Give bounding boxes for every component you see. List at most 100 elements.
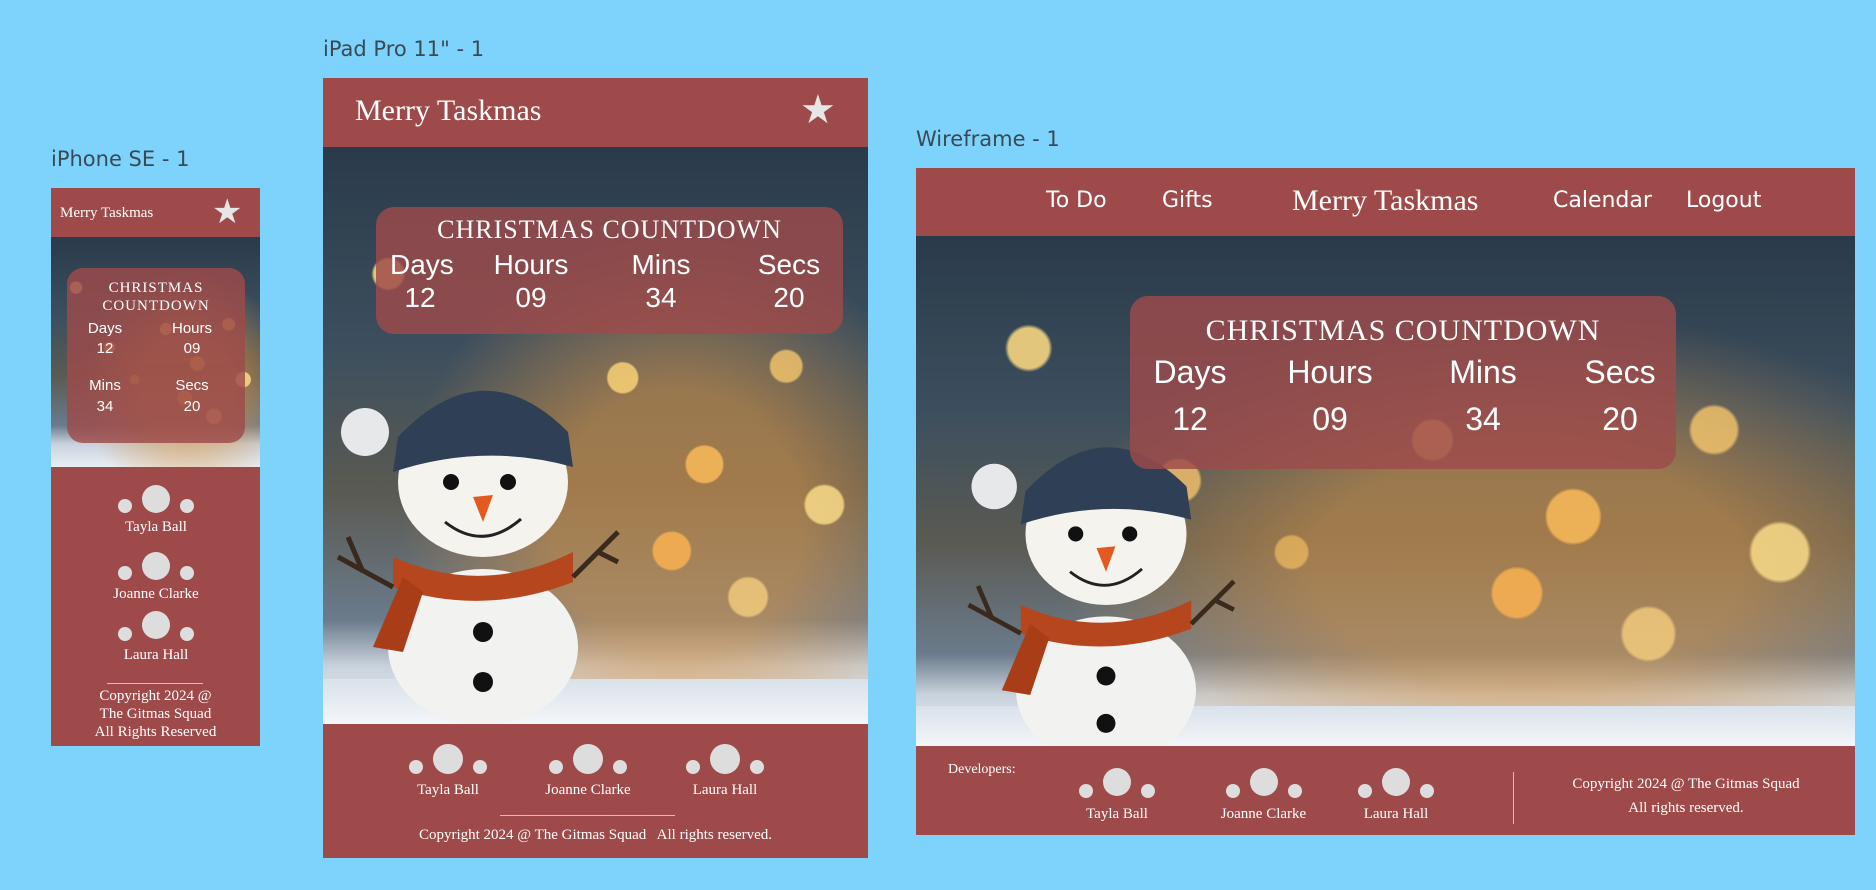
nav-gifts[interactable]: Gifts: [1162, 188, 1213, 213]
developer-laura[interactable]: Laura Hall: [1341, 766, 1451, 823]
countdown-mins: Mins 34: [1438, 354, 1528, 438]
developer-name: Tayla Ball: [417, 782, 479, 798]
developer-name: Joanne Clarke: [545, 782, 631, 798]
copyright-line3: All Rights Reserved: [94, 724, 217, 740]
countdown-days: Days 12: [83, 320, 127, 357]
mins-value: 34: [645, 282, 677, 313]
secs-value: 20: [1602, 401, 1638, 437]
iphone-frame-label: iPhone SE - 1: [51, 147, 190, 171]
app-title[interactable]: Merry Taskmas: [1292, 184, 1478, 218]
footer-divider: [107, 683, 203, 684]
countdown-title-line2: COUNTDOWN: [102, 298, 210, 314]
secs-value: 20: [773, 282, 805, 313]
avatar-icon: [1225, 766, 1302, 798]
developer-name: Laura Hall: [1363, 806, 1429, 822]
hours-label: Hours: [171, 320, 212, 337]
countdown-box: CHRISTMAS COUNTDOWN Days 12 Hours 09 Mins 3…: [1130, 296, 1676, 469]
developer-joanne[interactable]: Joanne Clarke: [523, 742, 653, 799]
ipad-frame: Merry Taskmas ★ CHRISTMAS COUNTDOWN Days…: [323, 78, 868, 858]
developer-joanne[interactable]: Joanne Clarke: [1196, 766, 1331, 823]
hours-label: Hours: [1287, 354, 1373, 390]
countdown-title: CHRISTMAS COUNTDOWN: [1205, 314, 1601, 347]
days-label: Days: [87, 320, 123, 337]
developer-tayla[interactable]: Tayla Ball: [1062, 766, 1172, 823]
secs-label: Secs: [757, 249, 821, 280]
wireframe-frame: To Do Gifts Merry Taskmas Calendar Logou…: [916, 168, 1855, 835]
app-title[interactable]: Merry Taskmas: [355, 94, 541, 128]
mins-label: Mins: [1449, 354, 1517, 390]
developer-tayla[interactable]: Tayla Ball: [101, 483, 211, 536]
countdown-hours: Hours 09: [1280, 354, 1380, 438]
countdown-mins: Mins 34: [83, 377, 127, 415]
avatar-icon: [1358, 766, 1434, 798]
countdown-days: Days 12: [390, 249, 454, 314]
countdown-days: Days 12: [1152, 354, 1228, 438]
secs-label: Secs: [1584, 354, 1656, 390]
avatar-icon: [549, 742, 627, 774]
countdown-title: CHRISTMAS COUNTDOWN: [437, 215, 782, 244]
ipad-frame-label: iPad Pro 11" - 1: [323, 37, 485, 61]
avatar-icon: [118, 550, 194, 580]
avatar-icon: [686, 742, 764, 774]
copyright: Copyright 2024 @ The Gitmas Squad All ri…: [1526, 772, 1846, 820]
mins-value: 34: [96, 398, 114, 415]
footer-divider: [500, 815, 675, 816]
mins-label: Mins: [631, 249, 691, 280]
secs-label: Secs: [175, 377, 209, 394]
days-label: Days: [390, 249, 454, 280]
avatar-icon: [118, 609, 194, 641]
hours-label: Hours: [493, 249, 569, 280]
hours-value: 09: [515, 282, 547, 313]
iphone-header: Merry Taskmas ★: [51, 188, 260, 237]
developer-name: Tayla Ball: [1086, 806, 1148, 822]
copyright-line1: Copyright 2024 @ The Gitmas Squad: [1572, 776, 1800, 792]
snowman-image: [336, 390, 620, 724]
countdown-secs: Secs 20: [167, 377, 217, 415]
developer-name: Joanne Clarke: [1220, 806, 1307, 822]
nav-todo[interactable]: To Do: [1046, 188, 1107, 213]
avatar-icon: [118, 483, 194, 513]
star-icon[interactable]: ★: [212, 195, 242, 229]
developer-name: Joanne Clarke: [113, 586, 199, 602]
secs-value: 20: [183, 398, 201, 415]
developers-label: Developers:: [948, 762, 1016, 777]
days-label: Days: [1153, 354, 1227, 390]
developer-tayla[interactable]: Tayla Ball: [393, 742, 503, 799]
countdown-title-line1: CHRISTMAS: [108, 280, 204, 296]
countdown-hours: Hours 09: [491, 249, 571, 314]
days-value: 12: [404, 282, 436, 313]
countdown-hours: Hours 09: [167, 320, 217, 357]
copyright-line1: Copyright 2024 @: [99, 688, 212, 704]
star-icon[interactable]: ★: [800, 90, 836, 130]
countdown-box: CHRISTMAS COUNTDOWN Days 12 Hours 09 Mins 3…: [67, 268, 245, 443]
hours-value: 09: [183, 340, 201, 357]
mins-value: 34: [1465, 401, 1501, 437]
developer-laura[interactable]: Laura Hall: [670, 742, 780, 799]
countdown-secs: Secs 20: [754, 249, 824, 314]
nav-calendar[interactable]: Calendar: [1553, 188, 1652, 213]
app-title[interactable]: Merry Taskmas: [60, 205, 153, 222]
ipad-header: Merry Taskmas ★: [323, 78, 868, 147]
developer-name: Tayla Ball: [125, 519, 187, 535]
copyright: Copyright 2024 @ The Gitmas Squad All ri…: [418, 827, 773, 843]
countdown-mins: Mins 34: [626, 249, 696, 314]
avatar-icon: [1079, 766, 1155, 798]
countdown-box: CHRISTMAS COUNTDOWN Days 12 Hours 09 Mins 3…: [376, 207, 843, 334]
developer-joanne[interactable]: Joanne Clarke: [91, 550, 221, 603]
days-value: 12: [1172, 401, 1208, 437]
developer-name: Laura Hall: [692, 782, 758, 798]
copyright: Copyright 2024 @ The Gitmas Squad All Ri…: [51, 687, 260, 741]
copyright-line2: The Gitmas Squad: [99, 706, 212, 722]
footer-vertical-divider: [1513, 772, 1514, 824]
hours-value: 09: [1312, 401, 1348, 437]
wireframe-frame-label: Wireframe - 1: [916, 127, 1060, 151]
days-value: 12: [96, 340, 114, 357]
iphone-frame: Merry Taskmas ★ CHRISTMAS COUNTDOWN Days…: [51, 188, 260, 746]
countdown-secs: Secs 20: [1575, 354, 1665, 438]
avatar-icon: [409, 742, 487, 774]
mins-label: Mins: [89, 377, 121, 394]
developer-name: Laura Hall: [123, 647, 189, 663]
copyright-line2: All rights reserved.: [1628, 800, 1744, 816]
developer-laura[interactable]: Laura Hall: [101, 609, 211, 664]
nav-logout[interactable]: Logout: [1686, 188, 1761, 213]
